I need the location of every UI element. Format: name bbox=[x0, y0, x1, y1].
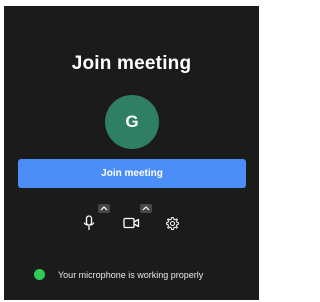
status-indicator-dot bbox=[34, 269, 45, 280]
microphone-toggle-button[interactable] bbox=[81, 214, 97, 232]
settings-button[interactable] bbox=[164, 215, 180, 231]
microphone-status-text: Your microphone is working properly bbox=[58, 269, 204, 280]
chevron-up-icon bbox=[100, 206, 108, 211]
join-meeting-dialog: Join meeting G Join meeting Your microph… bbox=[4, 6, 259, 300]
dialog-title: Join meeting bbox=[71, 53, 192, 74]
video-camera-icon bbox=[122, 217, 139, 229]
camera-options-button[interactable] bbox=[140, 204, 152, 213]
gear-icon bbox=[165, 216, 179, 230]
microphone-options-button[interactable] bbox=[98, 204, 110, 213]
avatar-initial: G bbox=[125, 112, 139, 131]
microphone-status: Your microphone is working properly bbox=[34, 269, 203, 280]
join-meeting-button[interactable]: Join meeting bbox=[18, 159, 246, 188]
chevron-up-icon bbox=[142, 206, 150, 211]
microphone-icon bbox=[83, 215, 95, 230]
join-meeting-button-label: Join meeting bbox=[101, 168, 163, 179]
avatar: G bbox=[105, 95, 159, 149]
camera-toggle-button[interactable] bbox=[122, 216, 140, 230]
